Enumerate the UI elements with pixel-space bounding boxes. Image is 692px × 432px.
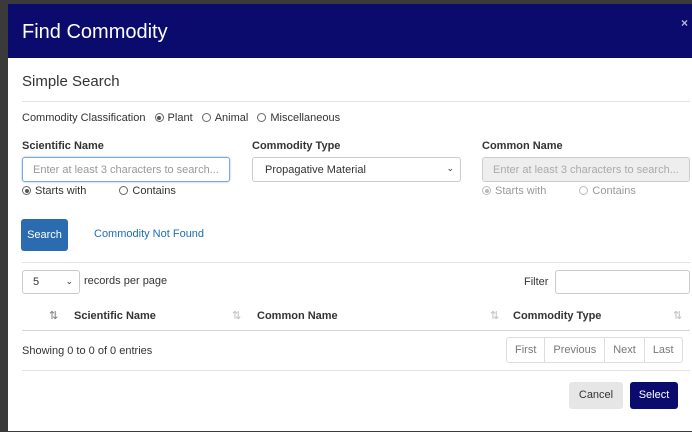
sort-icon[interactable]: ⇅: [490, 309, 499, 322]
commodity-type-value: Propagative Material: [265, 164, 366, 176]
find-commodity-dialog: Find Commodity × Simple Search Commodity…: [8, 4, 692, 431]
filter-label: Filter: [524, 276, 549, 288]
scientific-starts-with-radio[interactable]: Starts with: [22, 185, 86, 197]
scientific-name-input[interactable]: Enter at least 3 characters to search...: [22, 157, 230, 182]
common-name-input[interactable]: Enter at least 3 characters to search...: [482, 157, 690, 182]
chevron-down-icon: ⌄: [446, 163, 454, 173]
page-size-label: records per page: [84, 275, 168, 287]
divider: [22, 262, 690, 263]
column-commodity-type[interactable]: Commodity Type: [513, 310, 601, 322]
radio-icon: [579, 186, 589, 195]
column-common-name[interactable]: Common Name: [257, 310, 338, 322]
common-name-label: Common Name: [482, 140, 563, 152]
sort-icon[interactable]: ⇅: [673, 309, 682, 322]
scientific-name-match: Starts with Contains: [22, 185, 176, 197]
sort-icon[interactable]: ⇅: [232, 309, 241, 322]
classification-label: Commodity Classification: [22, 112, 146, 124]
page-size-value: 5: [33, 276, 40, 288]
common-name-match: Starts with Contains: [482, 185, 636, 197]
search-button[interactable]: Search: [21, 219, 68, 251]
commodity-type-label: Commodity Type: [252, 140, 341, 152]
cancel-button[interactable]: Cancel: [569, 382, 623, 409]
pagination: First Previous Next Last: [506, 337, 683, 363]
chevron-down-icon: ⌄: [65, 276, 73, 286]
scientific-contains-radio[interactable]: Contains: [119, 185, 176, 197]
divider: [22, 370, 690, 371]
classification-plant-radio[interactable]: Plant: [154, 112, 193, 124]
pagination-first[interactable]: First: [507, 338, 546, 362]
pagination-last[interactable]: Last: [645, 338, 682, 362]
table-header-divider: [22, 330, 690, 331]
classification-group: Commodity Classification Plant Animal Mi…: [22, 112, 340, 124]
section-title: Simple Search: [22, 73, 120, 90]
divider: [22, 101, 690, 102]
dialog-header: Find Commodity ×: [8, 4, 692, 58]
radio-selected-icon: [22, 186, 31, 195]
table-info: Showing 0 to 0 of 0 entries: [22, 345, 153, 357]
classification-misc-radio[interactable]: Miscellaneous: [257, 112, 340, 124]
common-contains-radio[interactable]: Contains: [579, 185, 636, 197]
common-starts-with-radio[interactable]: Starts with: [482, 185, 546, 197]
pagination-next[interactable]: Next: [605, 338, 645, 362]
dialog-title: Find Commodity: [22, 21, 168, 43]
classification-animal-radio[interactable]: Animal: [201, 112, 248, 124]
commodity-not-found-link[interactable]: Commodity Not Found: [94, 228, 204, 240]
sort-ascending-icon[interactable]: ⇅: [49, 309, 58, 322]
commodity-type-select[interactable]: Propagative Material ⌄: [252, 157, 461, 182]
column-scientific-name[interactable]: Scientific Name: [74, 310, 156, 322]
page-size-select[interactable]: 5 ⌄: [22, 270, 80, 294]
scientific-name-label: Scientific Name: [22, 140, 104, 152]
radio-icon: [257, 113, 267, 122]
close-icon[interactable]: ×: [681, 16, 688, 30]
radio-selected-icon: [154, 113, 164, 122]
radio-selected-icon: [482, 186, 491, 195]
filter-input[interactable]: [555, 270, 690, 294]
radio-icon: [201, 113, 211, 122]
select-button[interactable]: Select: [630, 382, 678, 409]
pagination-previous[interactable]: Previous: [545, 338, 606, 362]
radio-icon: [119, 186, 129, 195]
